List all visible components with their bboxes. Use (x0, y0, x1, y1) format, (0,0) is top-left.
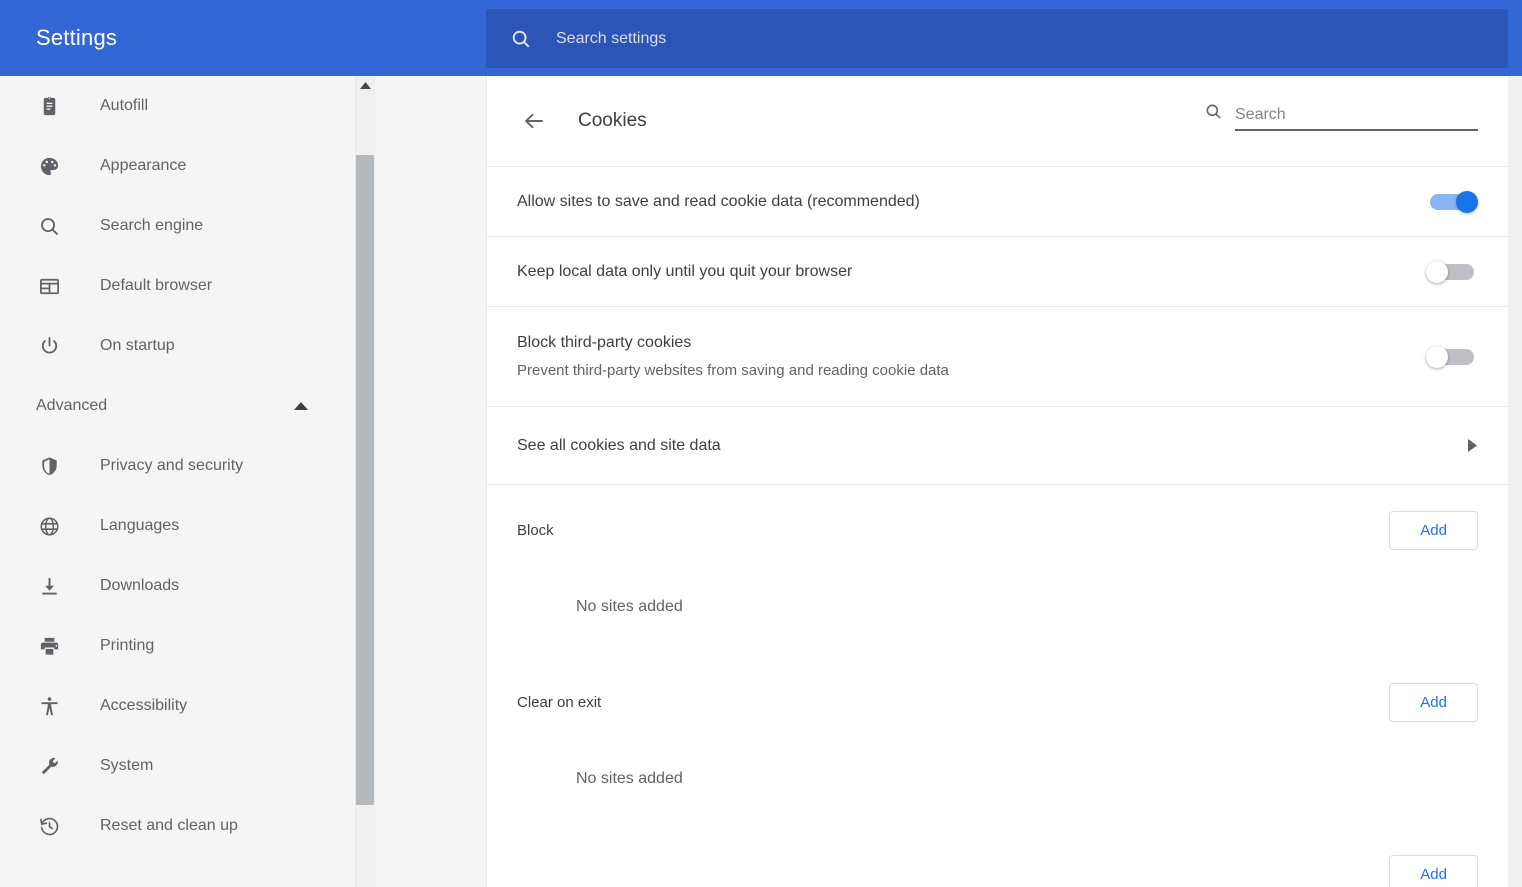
search-icon (1204, 102, 1223, 126)
palette-icon (36, 153, 62, 179)
sidebar-item-privacy-and-security[interactable]: Privacy and security (0, 436, 355, 496)
download-icon (36, 573, 62, 599)
setting-subtitle: Prevent third-party websites from saving… (517, 360, 1406, 382)
setting-texts: Keep local data only until you quit your… (517, 260, 1426, 284)
add-block-site-button[interactable]: Add (1389, 511, 1478, 550)
triangle-up-icon[interactable] (356, 76, 374, 94)
sidebar-item-printing[interactable]: Printing (0, 616, 355, 676)
wrench-icon (36, 753, 62, 779)
clear-on-exit-list-empty-text: No sites added (487, 748, 1508, 828)
toggle-allow-cookies[interactable] (1426, 191, 1478, 213)
sidebar: Autofill Appearance Search engine Defaul… (0, 76, 355, 887)
browser-window-icon (36, 273, 62, 299)
toggle-block-third-party[interactable] (1426, 346, 1478, 368)
page-search-input[interactable] (1235, 106, 1478, 129)
sidebar-item-on-startup[interactable]: On startup (0, 316, 355, 376)
sidebar-item-label: Reset and clean up (100, 817, 238, 835)
cookies-settings-card: Cookies Allow sites to save and read coo… (486, 76, 1508, 887)
sidebar-item-languages[interactable]: Languages (0, 496, 355, 556)
sidebar-item-label: Privacy and security (100, 457, 243, 475)
sidebar-item-autofill[interactable]: Autofill (0, 76, 355, 136)
setting-row-allow-cookies[interactable]: Allow sites to save and read cookie data… (487, 166, 1508, 236)
arrow-left-icon[interactable] (517, 104, 551, 138)
power-icon (36, 333, 62, 359)
global-search-box[interactable] (486, 9, 1508, 68)
search-icon (36, 213, 62, 239)
block-list-header: Block Add (487, 484, 1508, 576)
add-site-button-partial[interactable]: Add (1389, 855, 1478, 887)
globe-icon (36, 513, 62, 539)
sidebar-item-downloads[interactable]: Downloads (0, 556, 355, 616)
setting-title: Block third-party cookies (517, 331, 1406, 355)
chevron-right-icon (1467, 438, 1478, 453)
sidebar-item-label: System (100, 757, 153, 775)
search-icon (510, 28, 532, 50)
sidebar-item-label: Default browser (100, 277, 212, 295)
sidebar-scrollbar-thumb[interactable] (356, 155, 374, 805)
sidebar-item-label: Search engine (100, 217, 203, 235)
chevron-up-icon[interactable] (293, 401, 309, 411)
sidebar-section-label: Advanced (36, 397, 293, 415)
see-all-cookies-row[interactable]: See all cookies and site data (487, 406, 1508, 484)
page-title: Cookies (578, 110, 647, 132)
card-header: Cookies (487, 76, 1508, 166)
global-search-input[interactable] (556, 30, 1508, 48)
sidebar-item-label: Languages (100, 517, 179, 535)
setting-texts: See all cookies and site data (517, 434, 1467, 458)
clear-on-exit-list-title: Clear on exit (517, 694, 1389, 711)
sidebar-item-reset-and-clean-up[interactable]: Reset and clean up (0, 796, 355, 856)
page-search-box[interactable] (1204, 102, 1478, 131)
sidebar-item-label: Printing (100, 637, 154, 655)
setting-row-keep-local-data[interactable]: Keep local data only until you quit your… (487, 236, 1508, 306)
top-bar: Settings (0, 0, 1522, 76)
add-clear-on-exit-site-button[interactable]: Add (1389, 683, 1478, 722)
clipboard-icon (36, 93, 62, 119)
accessibility-icon (36, 693, 62, 719)
history-restore-icon (36, 813, 62, 839)
page-right-edge (1508, 76, 1522, 887)
sidebar-item-accessibility[interactable]: Accessibility (0, 676, 355, 736)
setting-texts: Allow sites to save and read cookie data… (517, 190, 1426, 214)
sidebar-item-label: Autofill (100, 97, 148, 115)
app-title: Settings (36, 25, 117, 51)
toggle-keep-local-data[interactable] (1426, 261, 1478, 283)
sidebar-item-label: Downloads (100, 577, 179, 595)
printer-icon (36, 633, 62, 659)
sidebar-item-system[interactable]: System (0, 736, 355, 796)
block-list-empty-text: No sites added (487, 576, 1508, 656)
sidebar-section-advanced[interactable]: Advanced (0, 376, 355, 436)
shield-icon (36, 453, 62, 479)
clear-on-exit-list-header: Clear on exit Add (487, 656, 1508, 748)
block-list-title: Block (517, 522, 1389, 539)
sidebar-item-label: Accessibility (100, 697, 187, 715)
toggle-knob (1456, 191, 1478, 213)
next-list-header-partial: Add (487, 828, 1508, 887)
toggle-knob (1426, 346, 1448, 368)
sidebar-item-search-engine[interactable]: Search engine (0, 196, 355, 256)
content-gutter (374, 76, 486, 887)
setting-row-block-third-party[interactable]: Block third-party cookies Prevent third-… (487, 306, 1508, 406)
sidebar-scrollbar[interactable] (355, 76, 374, 887)
sidebar-item-default-browser[interactable]: Default browser (0, 256, 355, 316)
sidebar-item-appearance[interactable]: Appearance (0, 136, 355, 196)
sidebar-item-label: Appearance (100, 157, 186, 175)
setting-title: Allow sites to save and read cookie data… (517, 190, 1406, 214)
sidebar-item-label: On startup (100, 337, 175, 355)
toggle-knob (1426, 261, 1448, 283)
setting-title: Keep local data only until you quit your… (517, 260, 1406, 284)
setting-texts: Block third-party cookies Prevent third-… (517, 331, 1426, 382)
see-all-label: See all cookies and site data (517, 434, 1447, 458)
